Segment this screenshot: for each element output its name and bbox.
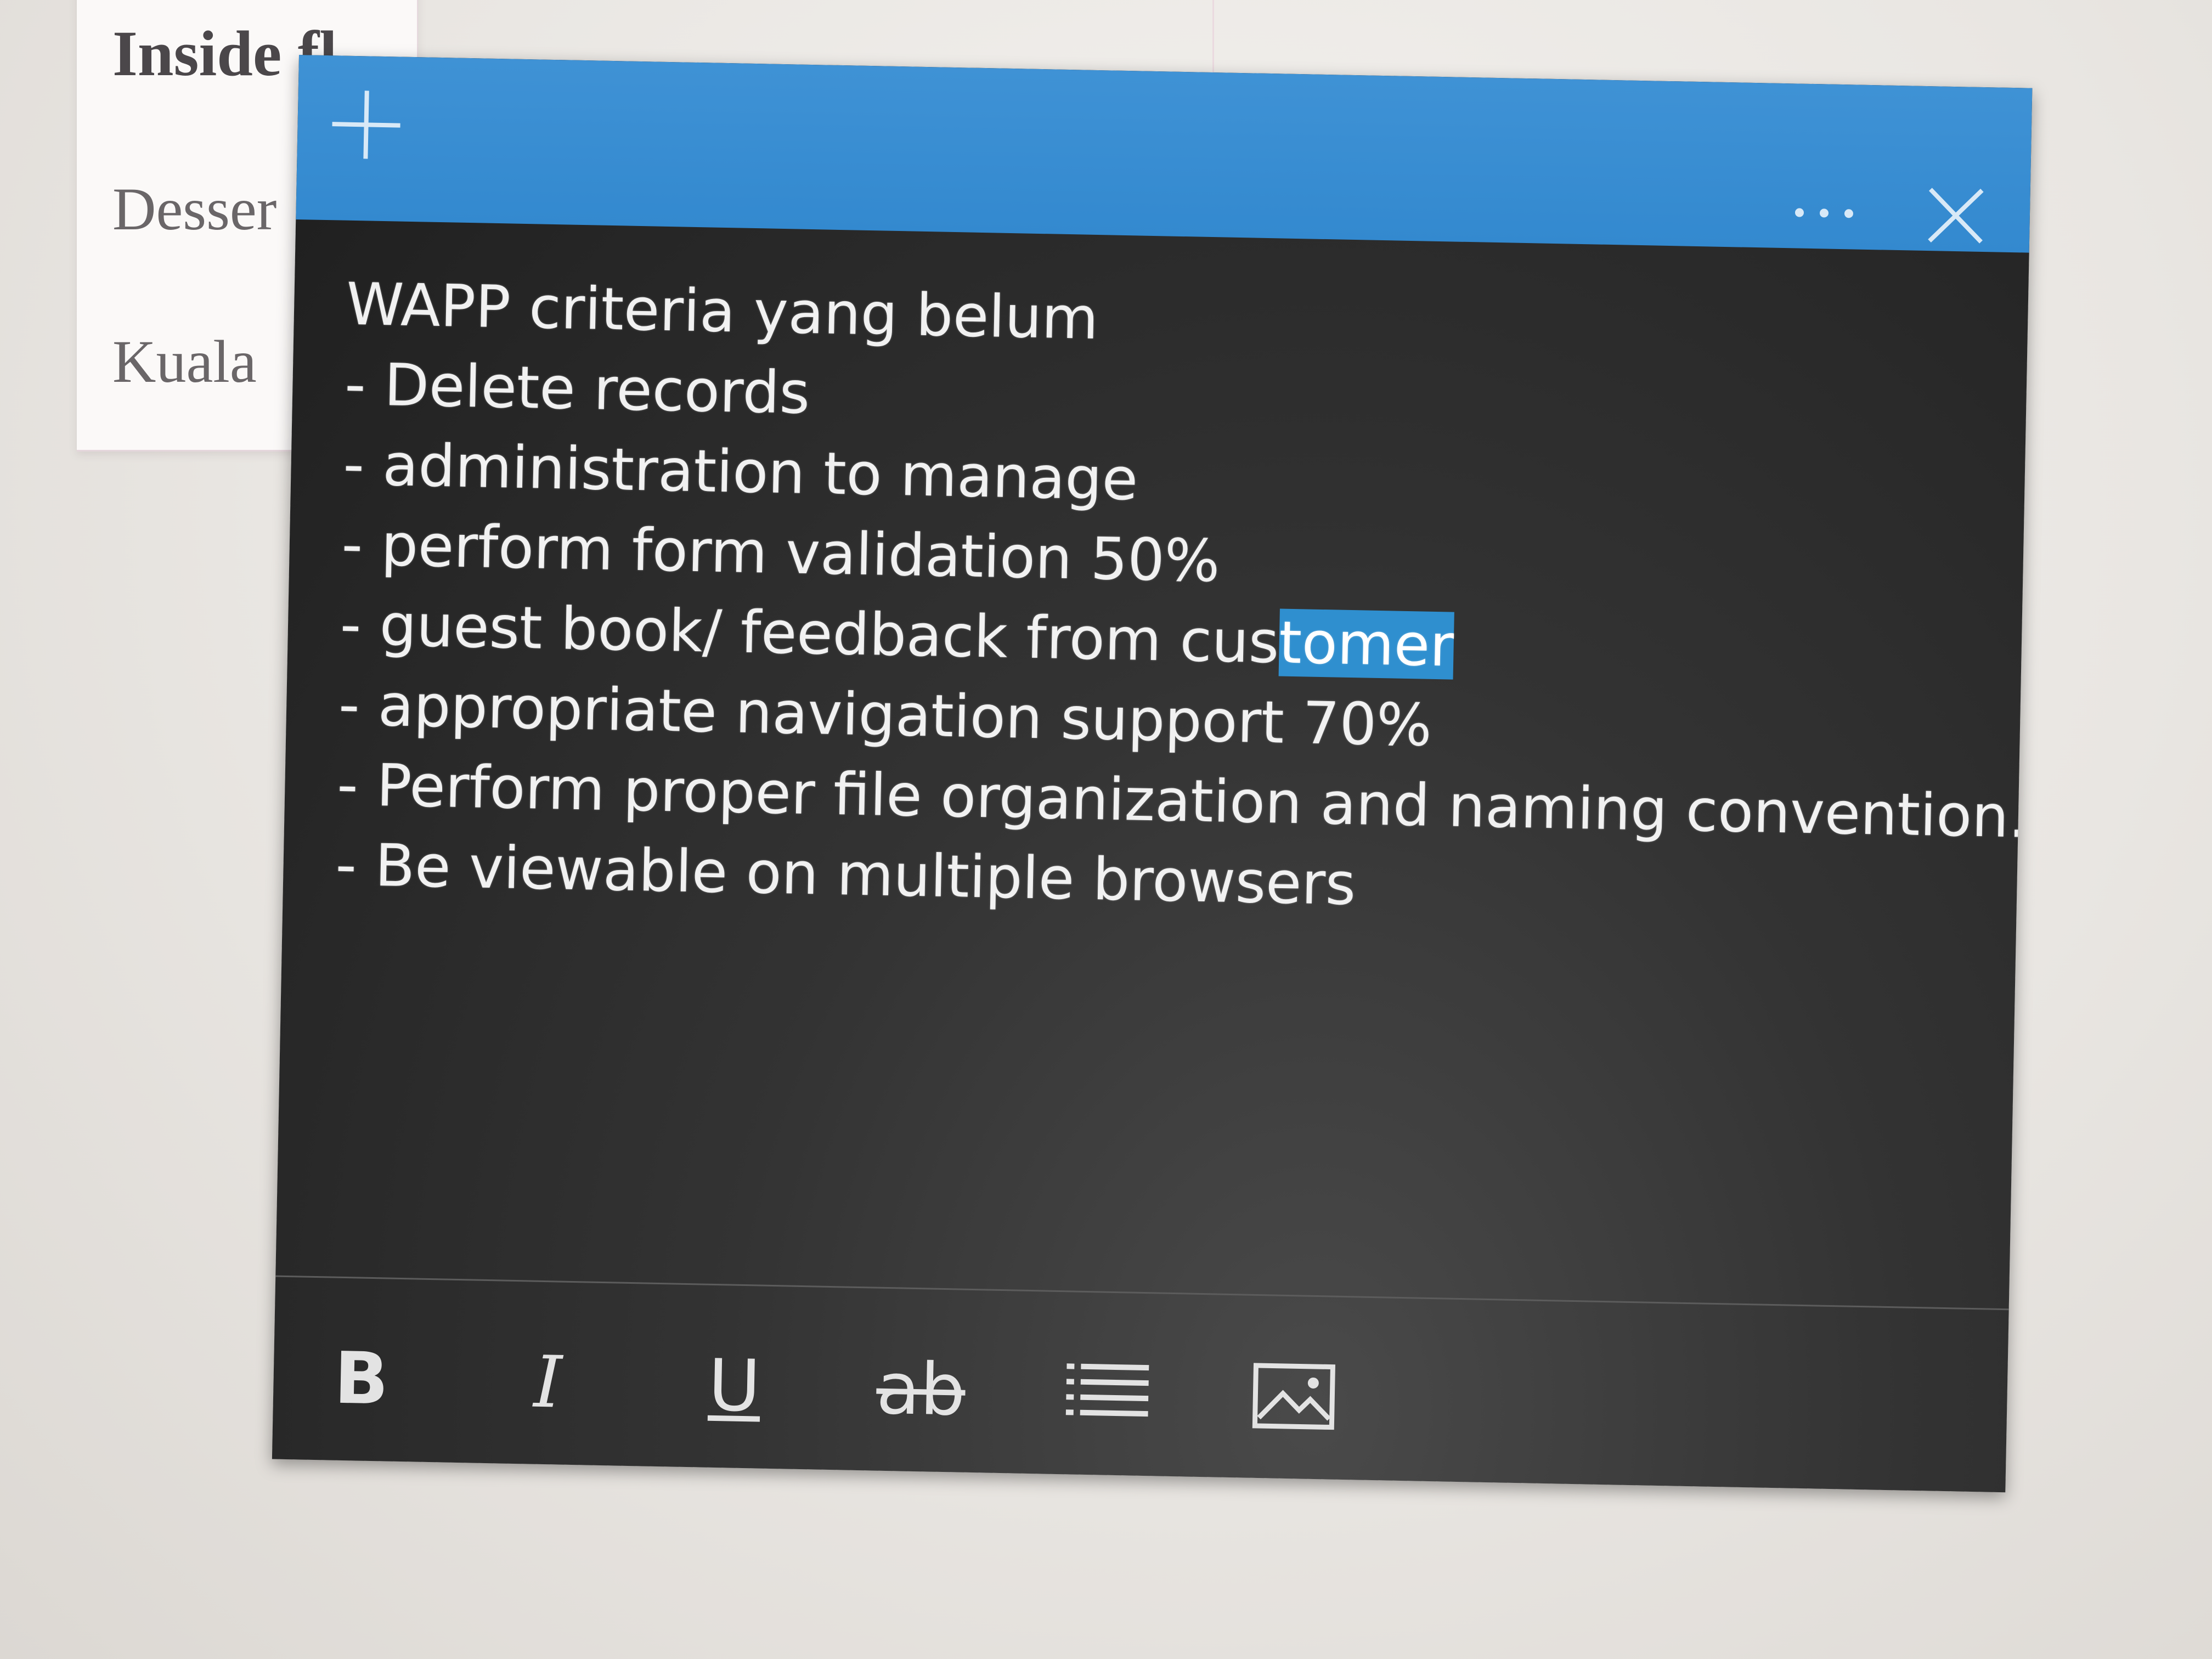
insert-image-button[interactable] — [1249, 1352, 1339, 1441]
sticky-note-window: WAPP criteria yang belum - Delete record… — [272, 55, 2033, 1493]
formatting-toolbar: B I U ab — [317, 1334, 1437, 1443]
underline-icon: U — [707, 1343, 761, 1428]
italic-button[interactable]: I — [503, 1338, 592, 1427]
note-line-text: - guest book/ feedback from cus — [339, 590, 1280, 676]
text-selection: tomer — [1278, 608, 1454, 680]
bullet-list-button[interactable] — [1063, 1348, 1152, 1437]
italic-icon: I — [533, 1340, 563, 1424]
strikethrough-icon: ab — [875, 1346, 967, 1432]
background-text-line: Kuala — [112, 328, 257, 395]
underline-button[interactable]: U — [690, 1341, 779, 1430]
toolbar-divider — [275, 1275, 2009, 1311]
strikethrough-button[interactable]: ab — [876, 1345, 966, 1434]
image-icon — [1252, 1363, 1336, 1430]
close-icon[interactable] — [1925, 185, 1987, 246]
plus-icon[interactable] — [327, 86, 405, 164]
note-titlebar[interactable] — [296, 55, 2033, 253]
ellipsis-icon[interactable] — [1788, 201, 1860, 224]
bold-icon: B — [333, 1336, 390, 1421]
bullet-list-icon — [1065, 1363, 1149, 1417]
background-text-line: Desser — [112, 176, 277, 242]
bold-button[interactable]: B — [317, 1334, 406, 1423]
note-text-area[interactable]: WAPP criteria yang belum - Delete record… — [335, 264, 2028, 936]
